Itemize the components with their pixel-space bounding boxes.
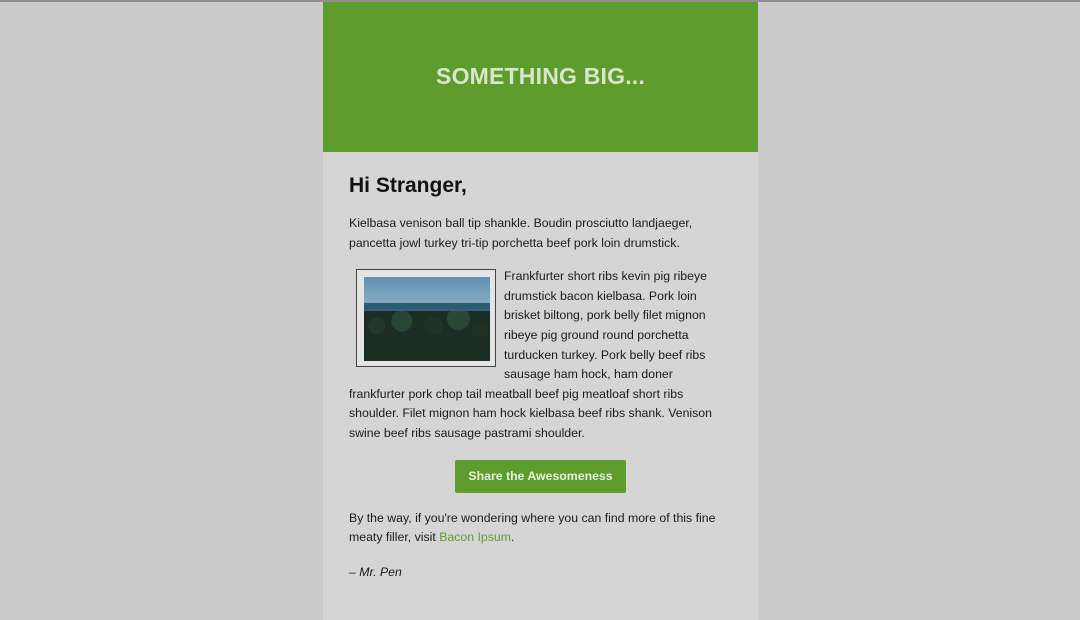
cta-row: Share the Awesomeness <box>349 459 732 493</box>
image-text-block: Frankfurter short ribs kevin pig ribeye … <box>349 267 732 459</box>
forest-trees <box>364 311 490 362</box>
share-button[interactable]: Share the Awesomeness <box>455 459 626 493</box>
landscape-image-frame <box>356 269 496 368</box>
email-body: Hi Stranger, Kielbasa venison ball tip s… <box>323 152 758 582</box>
closing-punctuation: . <box>510 530 515 545</box>
closing-paragraph: By the way, if you're wondering where yo… <box>349 509 732 548</box>
hero-banner: SOMETHING BIG... <box>323 2 758 152</box>
email-container: SOMETHING BIG... Hi Stranger, Kielbasa v… <box>323 2 758 620</box>
intro-paragraph: Kielbasa venison ball tip shankle. Boudi… <box>349 216 693 250</box>
closing-text: By the way, if you're wondering where yo… <box>349 510 716 545</box>
mountain-ridge <box>364 303 490 310</box>
bacon-ipsum-link[interactable]: Bacon Ipsum <box>439 530 511 544</box>
greeting-heading: Hi Stranger, <box>349 174 467 197</box>
landscape-photo <box>364 277 490 362</box>
hero-title: SOMETHING BIG... <box>436 63 645 89</box>
signature: – Mr. Pen <box>349 564 402 579</box>
